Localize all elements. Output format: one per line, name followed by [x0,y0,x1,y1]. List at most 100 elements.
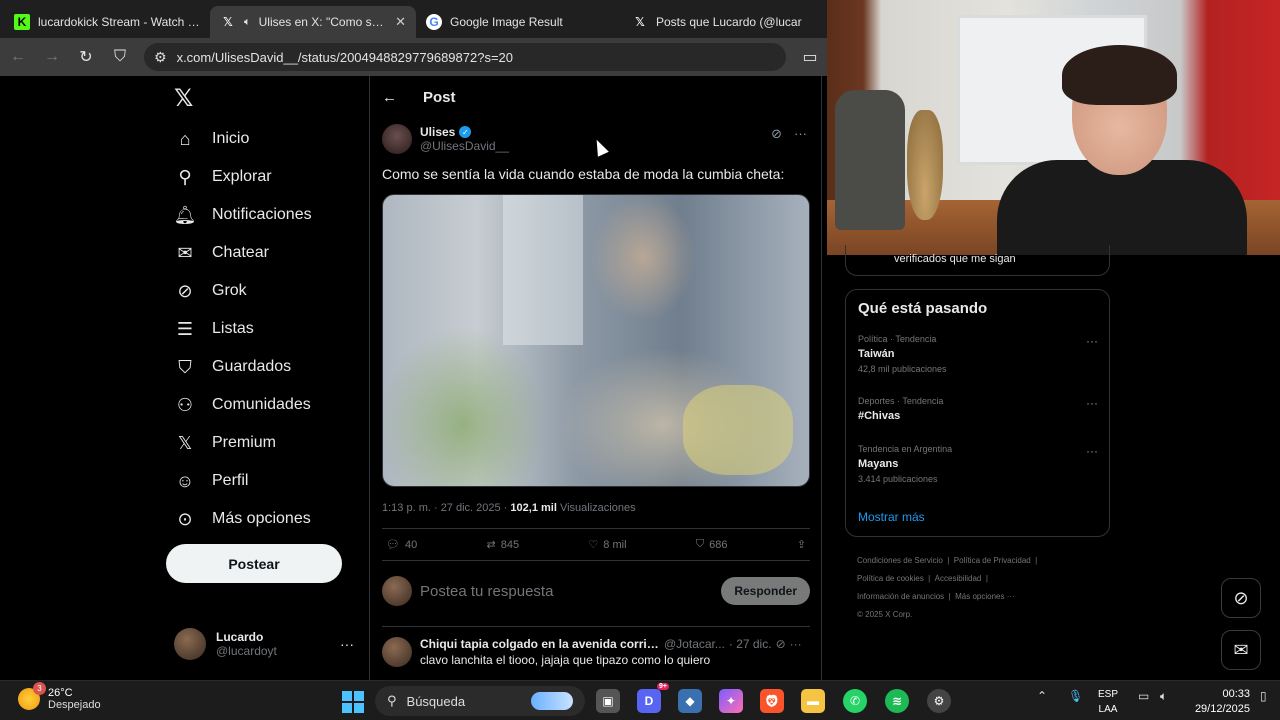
grok-icon[interactable]: ⊘ [771,126,782,142]
settings-app-icon[interactable]: ⚙ [927,689,951,713]
brave-icon[interactable]: 🦁︎ [760,689,784,713]
messages-fab-icon[interactable]: ✉ [1221,630,1261,670]
back-icon[interactable]: ← [8,47,28,67]
weather-widget[interactable]: 3 26°C Despejado [18,682,101,711]
footer-link[interactable]: Más opciones ··· [955,592,1015,601]
grok-fab-icon[interactable]: ⊘ [1221,578,1261,618]
nav-lists[interactable]: ☰ Listas [174,310,254,348]
tab-title: Posts que Lucardo (@lucar [656,15,802,29]
windows-start-icon[interactable] [342,691,364,713]
nav-bookmarks[interactable]: ⛉ Guardados [174,348,291,386]
divider [382,626,810,627]
system-clock[interactable]: 00:33 29/12/2025 [1188,687,1250,717]
search-icon: ⚲ [178,166,192,187]
nav-chat[interactable]: ✉ Chatear [174,234,268,272]
avatar[interactable] [382,637,412,667]
bookmark-page-icon[interactable]: ⛉ [110,47,130,67]
footer-link[interactable]: Política de cookies [857,574,924,583]
person-hair [1062,45,1177,105]
taskbar-search[interactable]: ⚲ Búsqueda [375,686,585,716]
copilot-icon[interactable]: ✦ [719,689,743,713]
back-arrow-icon[interactable]: ← [382,89,397,106]
nav-home[interactable]: ⌂ Inicio [174,120,250,158]
footer-link[interactable]: Política de Privacidad [954,556,1031,565]
nav-label: Notificaciones [212,206,312,223]
search-highlight-icon [531,692,573,710]
language-indicator[interactable]: ESP LAA [1098,687,1118,717]
nav-communities[interactable]: ⚇ Comunidades [174,386,311,424]
google-icon: G [426,14,442,30]
trend-title: Mayans [858,458,899,470]
x-logo-icon[interactable]: 𝕏 [174,84,193,113]
volume-icon[interactable]: 🔈︎ [1160,689,1167,704]
task-view-icon[interactable]: ▣ [596,689,620,713]
nav-more[interactable]: ⊙ Más opciones [174,500,310,538]
reply-button[interactable]: Responder [721,577,810,605]
discord-icon[interactable]: D 9+ [637,683,669,713]
post-author[interactable]: Ulises ✓ @UlisesDavid__ [382,124,509,154]
language-code: ESP [1098,689,1119,700]
site-info-icon[interactable]: ⚙ [154,49,167,66]
repost-count: 845 [500,538,520,551]
more-icon[interactable]: ··· [1086,334,1098,348]
comment-author: Chiqui tapia colgado en la avenida corri… [420,637,660,651]
nav-premium[interactable]: 𝕏 Premium [174,424,276,462]
account-name: Lucardo [216,630,264,644]
post-actions: 💬︎ 40 ⇄ 845 ♡ 8 mil ⛉ 686 ⇪ [386,538,806,551]
post-image[interactable] [382,194,810,487]
people-icon: ⚇ [176,394,194,415]
reply-action[interactable]: 💬︎ 40 [386,538,417,552]
nav-label: Perfil [212,472,249,489]
nav-grok[interactable]: ⊘ Grok [174,272,246,310]
footer-link[interactable]: Condiciones de Servicio [857,556,943,565]
tab-x-posts[interactable]: 𝕏 Posts que Lucardo (@lucar [622,6,828,38]
nav-notifications[interactable]: 🔔︎ Notificaciones [174,196,312,234]
copyright: © 2025 X Corp. [857,610,913,619]
avatar[interactable] [382,124,412,154]
trend-item[interactable]: Tendencia en Argentina Mayans 3.414 publ… [858,444,1098,484]
nav-explore[interactable]: ⚲ Explorar [174,158,271,196]
comment[interactable]: Chiqui tapia colgado en la avenida corri… [382,637,810,667]
grok-icon[interactable]: ⊘ [776,637,786,651]
trend-item[interactable]: Política · Tendencia Taiwán 42,8 mil pub… [858,334,1098,374]
footer-link[interactable]: Información de anuncios [857,592,944,601]
reply-input[interactable]: Postea tu respuesta [420,583,713,600]
file-explorer-icon[interactable]: ▬ [801,689,825,713]
heart-icon: ♡ [588,539,599,551]
left-nav: 𝕏 ⌂ Inicio ⚲ Explorar 🔔︎ Notificaciones ✉ Ch… [160,76,370,680]
tab-x-post[interactable]: 𝕏 🔈︎ Ulises en X: "Como se sent ✕ [210,6,416,38]
app-icon[interactable]: ◆ [678,689,702,713]
microphone-icon[interactable]: 🎙︎ [1068,689,1083,703]
weather-condition: Despejado [48,699,101,711]
account-switcher[interactable]: Lucardo @lucardoyt ··· [174,628,354,660]
tab-google-image[interactable]: G Google Image Result [416,6,622,38]
more-icon[interactable]: ··· [794,126,807,142]
url-field[interactable]: ⚙ x.com/UlisesDavid__/status/20049488297… [144,43,786,71]
like-action[interactable]: ♡ 8 mil [588,538,626,552]
tab-title: Ulises en X: "Como se sent [258,15,388,29]
nav-profile[interactable]: ☺ Perfil [174,462,249,500]
repost-action[interactable]: ⇄ 845 [487,538,520,552]
more-icon[interactable]: ··· [1086,396,1098,410]
post-button[interactable]: Postear [166,544,342,583]
tray-chevron-icon[interactable]: ⌃ [1037,689,1047,703]
reload-icon[interactable]: ↻ [76,47,96,67]
comment-text: clavo lanchita el tiooo, jajaja que tipa… [420,653,711,667]
network-icon[interactable]: ▭ [1138,689,1149,703]
bookmark-action[interactable]: ⛉ 686 [696,538,728,551]
cast-icon[interactable]: ▭ [800,47,820,67]
whatsapp-icon[interactable]: ✆ [843,689,867,713]
spotify-icon[interactable]: ≋ [885,689,909,713]
show-more-link[interactable]: Mostrar más [858,510,925,524]
more-icon[interactable]: ··· [790,637,802,651]
notification-icon[interactable]: ▯ [1260,689,1267,703]
close-tab-icon[interactable]: ✕ [395,14,406,30]
forward-icon[interactable]: → [42,47,62,67]
trend-item[interactable]: Deportes · Tendencia #Chivas ··· [858,396,1098,422]
trend-context: Política · Tendencia [858,334,937,344]
footer-link[interactable]: Accesibilidad [935,574,982,583]
share-action[interactable]: ⇪ [797,538,806,551]
more-icon[interactable]: ··· [1086,444,1098,458]
tab-kick[interactable]: K lucardokick Stream - Watch Live o [4,6,210,38]
views-count: 102,1 mil [510,502,557,514]
